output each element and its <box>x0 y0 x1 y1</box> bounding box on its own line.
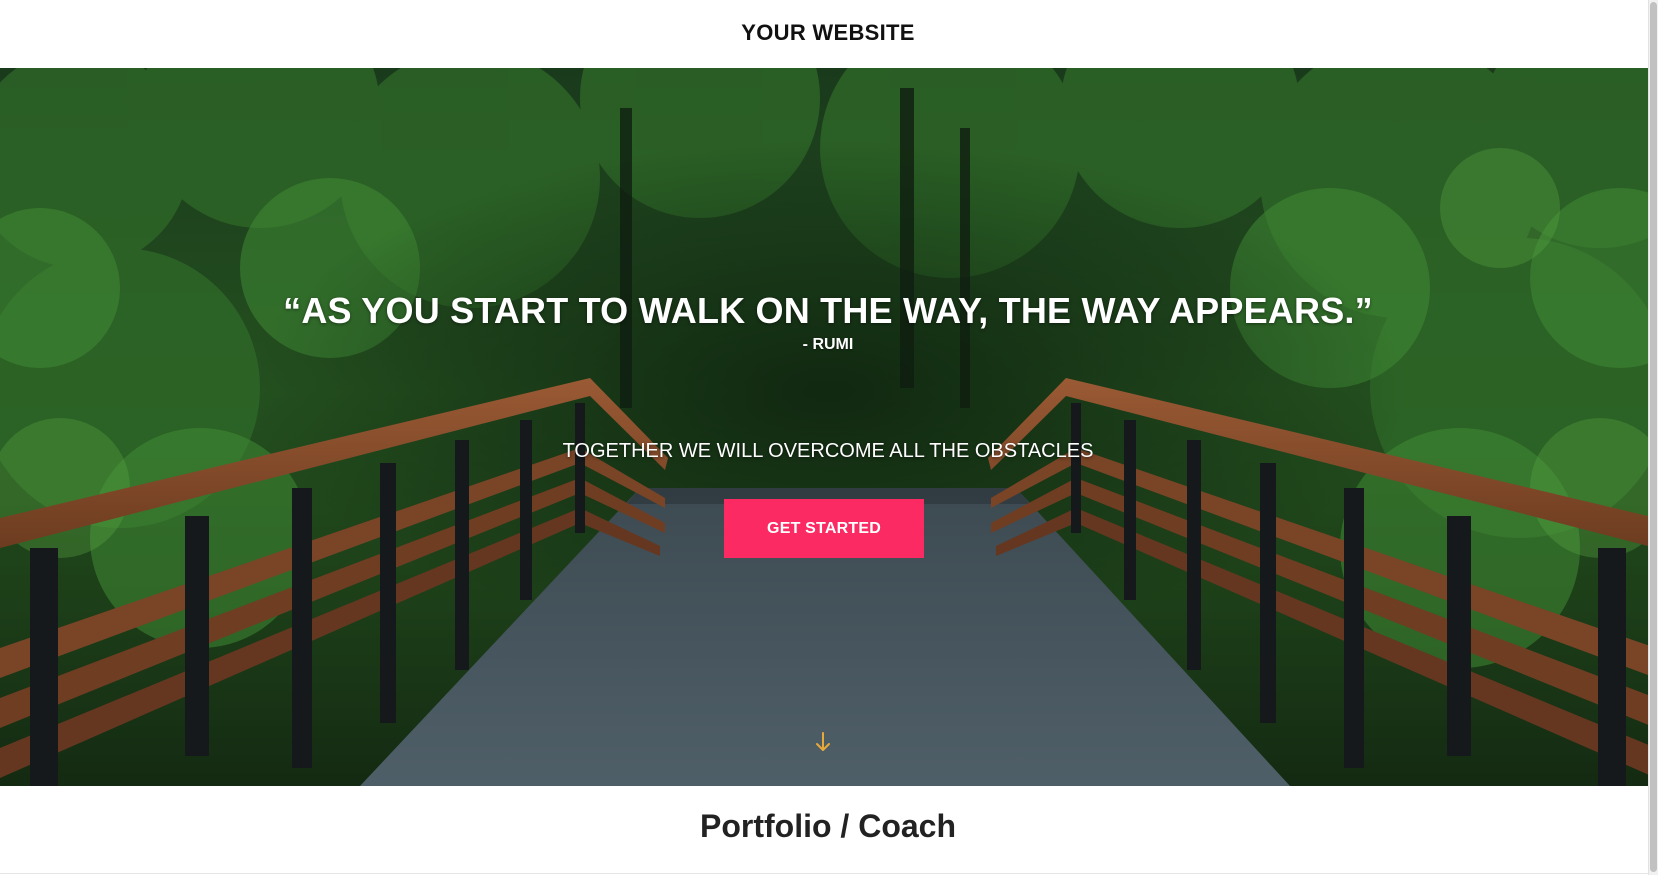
arrow-down-icon[interactable] <box>808 730 838 756</box>
hero-section: “AS YOU START TO WALK ON THE WAY, THE WA… <box>0 68 1656 786</box>
hero-content: “AS YOU START TO WALK ON THE WAY, THE WA… <box>0 68 1656 786</box>
page: YOUR WEBSITE “AS YOU START TO WALK ON TH… <box>0 0 1658 875</box>
hero-tagline: TOGETHER WE WILL OVERCOME ALL THE OBSTAC… <box>562 440 1094 462</box>
quote-author: - RUMI <box>802 336 854 353</box>
section-title: Portfolio / Coach <box>700 808 956 844</box>
site-title[interactable]: YOUR WEBSITE <box>741 20 915 46</box>
page-scrollbar[interactable] <box>1648 0 1658 875</box>
hero-quote: “AS YOU START TO WALK ON THE WAY, THE WA… <box>283 290 1373 331</box>
divider <box>0 873 1656 874</box>
get-started-button[interactable]: GET STARTED <box>724 499 924 558</box>
portfolio-section: Portfolio / Coach <box>0 786 1656 875</box>
site-header: YOUR WEBSITE <box>0 0 1656 68</box>
scrollbar-thumb[interactable] <box>1650 2 1657 872</box>
